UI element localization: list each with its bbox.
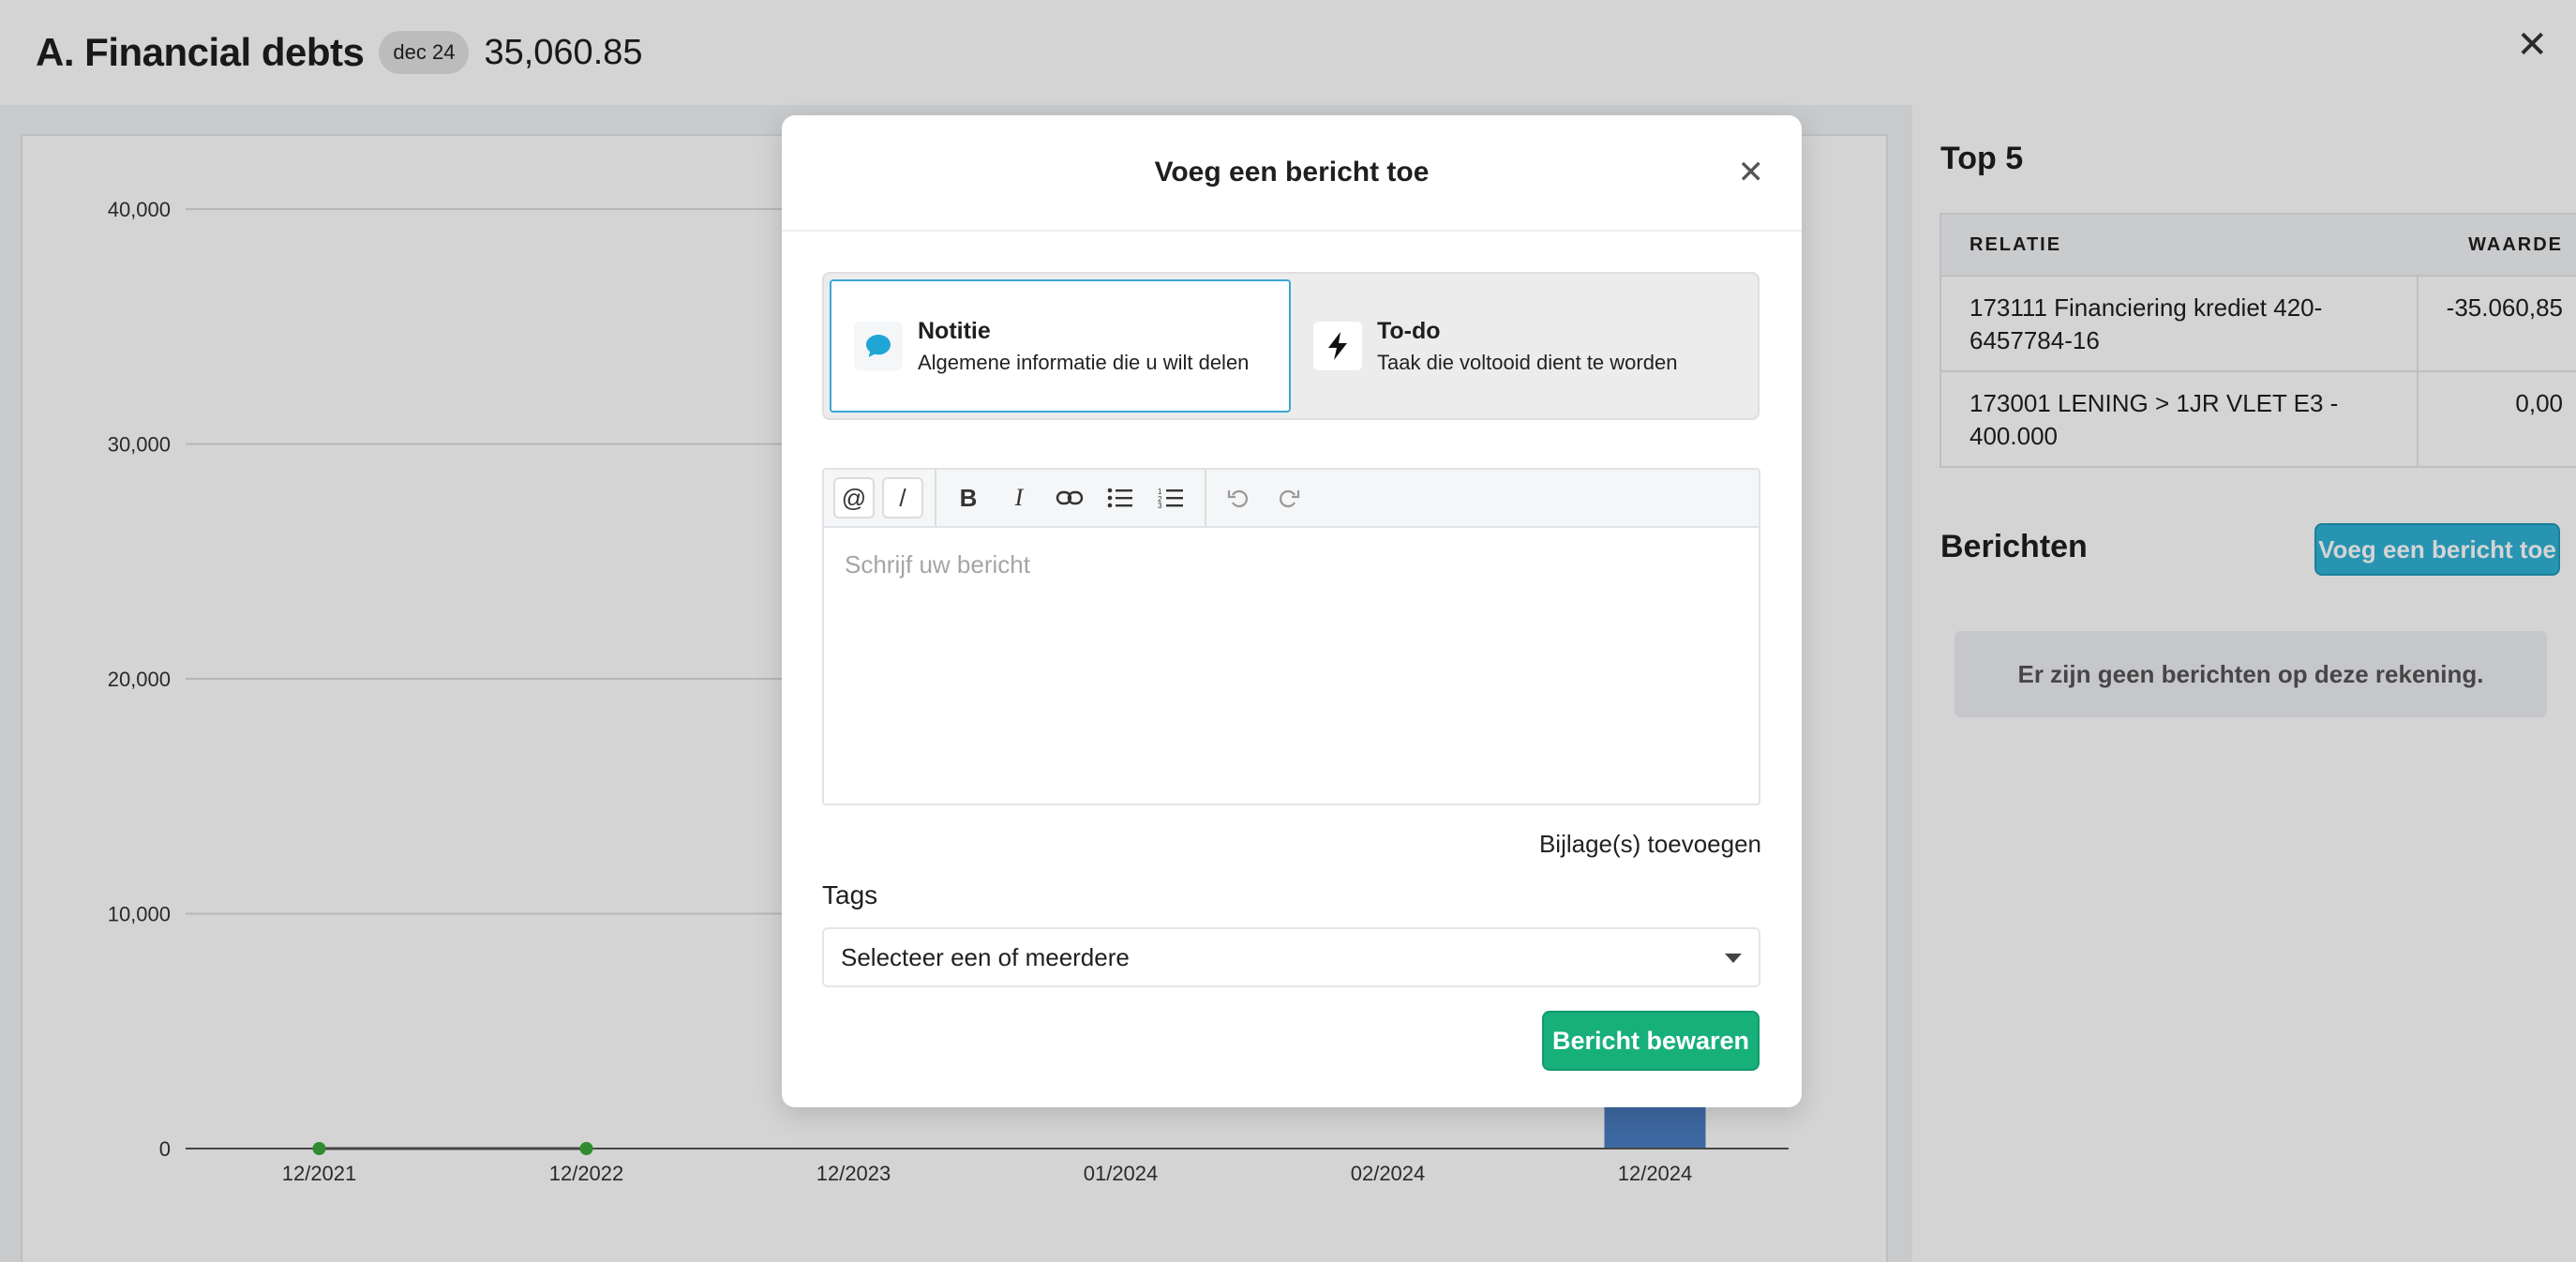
- add-attachment-link[interactable]: Bijlage(s) toevoegen: [1539, 830, 1761, 859]
- toolbar-divider: [935, 470, 936, 526]
- bullet-list-icon: [1107, 488, 1132, 508]
- redo-icon: [1279, 489, 1300, 508]
- type-title: To-do: [1377, 317, 1441, 344]
- tags-label: Tags: [822, 880, 878, 909]
- type-title: Notitie: [918, 317, 991, 344]
- type-option-notitie[interactable]: Notitie Algemene informatie die u wilt d…: [830, 279, 1291, 413]
- numbered-list-icon: 1 2 3: [1158, 488, 1183, 508]
- speech-bubble-icon: [854, 322, 903, 370]
- numbered-list-button[interactable]: 1 2 3: [1150, 477, 1191, 518]
- link-icon: [1056, 490, 1084, 505]
- add-message-modal: Voeg een bericht toe ✕ Notitie Algemene …: [782, 115, 1802, 1107]
- save-message-button[interactable]: Bericht bewaren: [1542, 1011, 1760, 1071]
- modal-title: Voeg een bericht toe: [1154, 157, 1430, 188]
- link-button[interactable]: [1049, 477, 1090, 518]
- editor-toolbar: @ / B I 1 2 3: [824, 470, 1759, 528]
- page: A. Financial debts dec 24 35,060.85 ✕ 40…: [0, 0, 2576, 1262]
- tags-select-value: Selecteer een of meerdere: [841, 942, 1130, 971]
- tags-select[interactable]: Selecteer een of meerdere: [822, 927, 1760, 987]
- undo-button[interactable]: [1218, 477, 1259, 518]
- mention-button[interactable]: @: [833, 477, 875, 518]
- bold-button[interactable]: B: [948, 477, 989, 518]
- lightning-bolt-icon: [1313, 322, 1362, 370]
- undo-icon: [1227, 489, 1249, 508]
- italic-button[interactable]: I: [998, 477, 1040, 518]
- bullet-list-button[interactable]: [1100, 477, 1141, 518]
- type-option-todo[interactable]: To-do Taak die voltooid dient te worden: [1293, 279, 1756, 413]
- redo-button[interactable]: [1268, 477, 1310, 518]
- close-icon[interactable]: ✕: [1738, 157, 1765, 188]
- slash-command-button[interactable]: /: [882, 477, 923, 518]
- modal-header: Voeg een bericht toe ✕: [782, 115, 1802, 232]
- toolbar-divider: [1205, 470, 1206, 526]
- type-subtitle: Taak die voltooid dient te worden: [1377, 350, 1678, 374]
- message-input[interactable]: Schrijf uw bericht: [845, 550, 1030, 579]
- type-subtitle: Algemene informatie die u wilt delen: [918, 350, 1250, 374]
- caret-down-icon: [1725, 954, 1742, 963]
- svg-text:3: 3: [1158, 502, 1162, 508]
- message-type-switch: Notitie Algemene informatie die u wilt d…: [822, 272, 1760, 420]
- message-editor: @ / B I 1 2 3 Schrijf uw bericht: [822, 468, 1760, 805]
